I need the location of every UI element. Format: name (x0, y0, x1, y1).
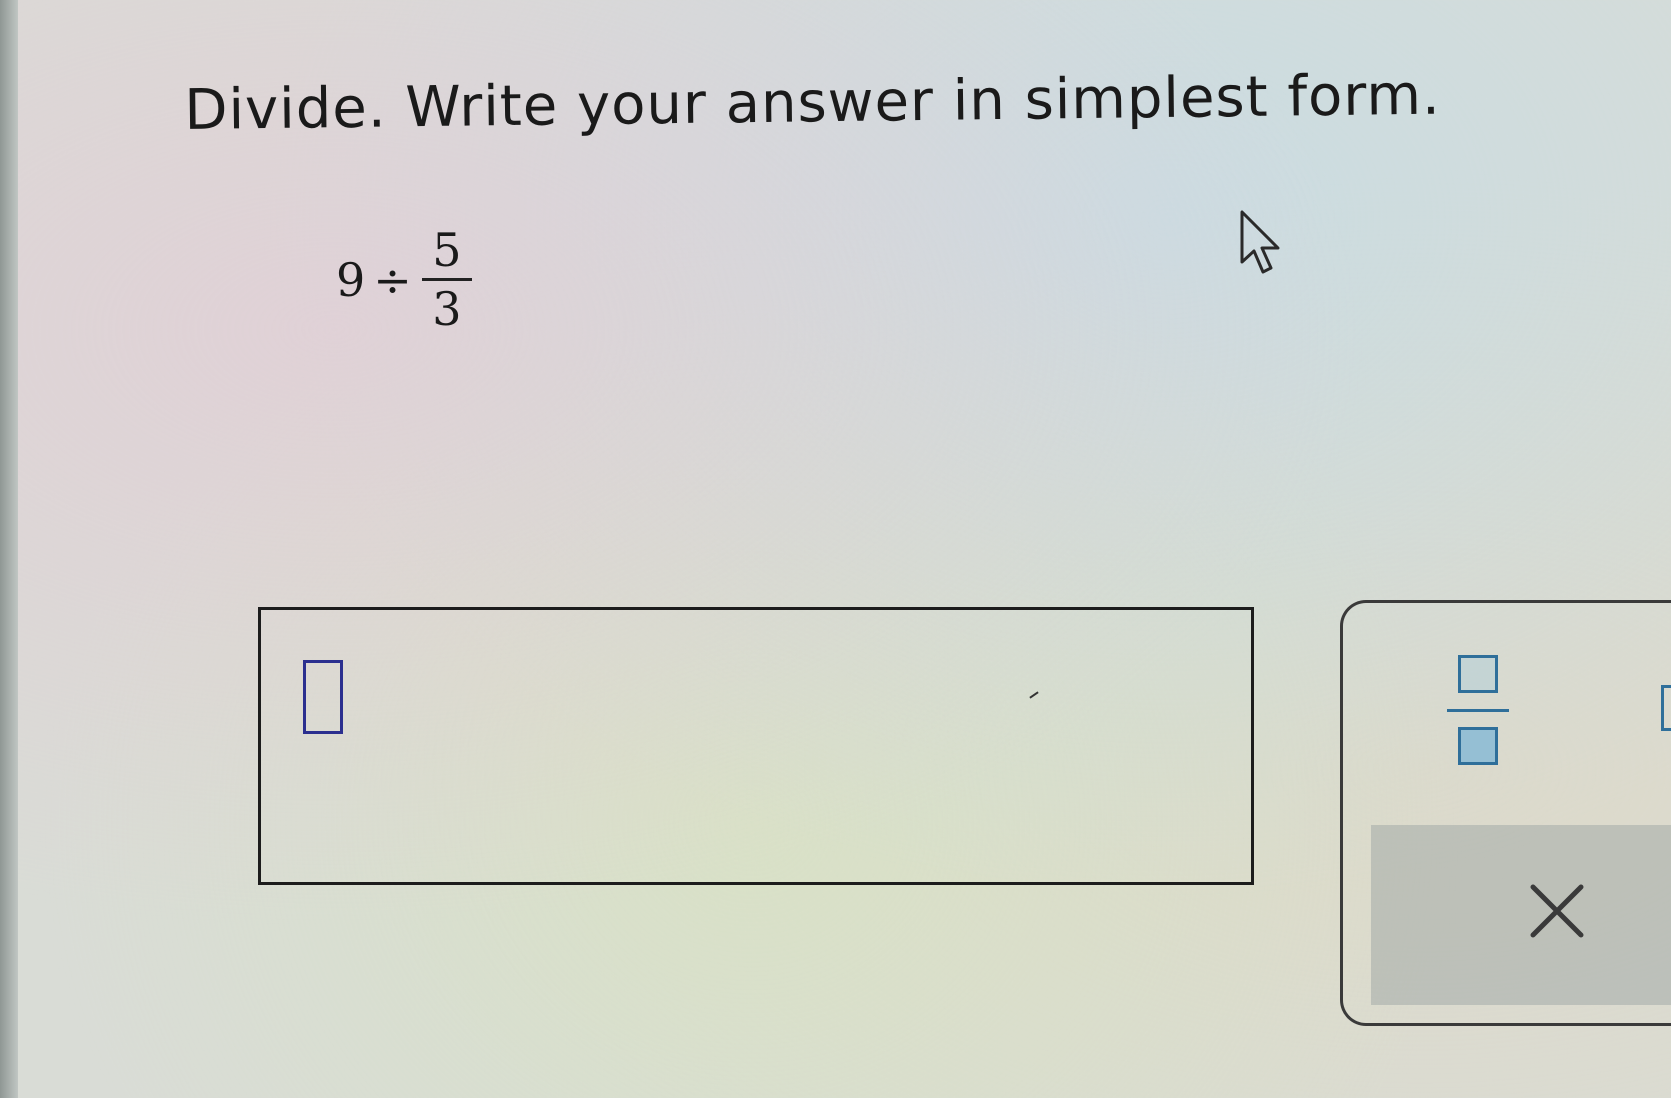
x-icon (1530, 884, 1584, 938)
divisor-numerator: 5 (432, 223, 462, 277)
instruction-text: Divide. Write your answer in simplest fo… (184, 62, 1442, 143)
math-tool-panel (1340, 600, 1671, 1026)
fraction-line-icon (1447, 709, 1509, 712)
screen-mark (1029, 691, 1039, 699)
fraction-numerator-box-icon (1458, 655, 1498, 693)
fraction-template-button[interactable] (1447, 655, 1509, 765)
action-bar (1371, 825, 1671, 1005)
divisor-denominator: 3 (432, 282, 462, 336)
mixed-number-button[interactable] (1661, 685, 1671, 731)
clear-button[interactable] (1527, 881, 1587, 941)
screen-bezel (0, 0, 18, 1098)
answer-input[interactable] (303, 660, 343, 734)
dividend: 9 (336, 252, 366, 307)
math-problem: 9 ÷ 5 3 (336, 222, 472, 337)
mouse-pointer-icon (1240, 210, 1280, 274)
fraction-denominator-box-icon (1458, 727, 1498, 765)
divisor-fraction: 5 3 (421, 222, 472, 337)
division-operator: ÷ (373, 252, 412, 307)
answer-area[interactable] (258, 607, 1254, 885)
